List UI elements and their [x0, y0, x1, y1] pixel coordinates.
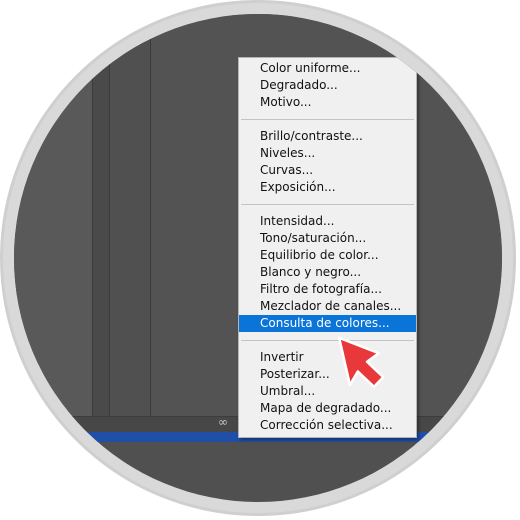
menu-item-motivo[interactable]: Motivo... [239, 94, 416, 111]
menu-item-curvas[interactable]: Curvas... [239, 162, 416, 179]
menu-item-mezclador-canales[interactable]: Mezclador de canales... [239, 298, 416, 315]
menu-separator [241, 204, 414, 205]
menu-item-blanco-negro[interactable]: Blanco y negro... [239, 264, 416, 281]
panel-divider [92, 14, 110, 430]
link-icon[interactable]: ∞ [210, 412, 236, 432]
pointer-arrow-icon [337, 336, 385, 389]
menu-item-tono-saturacion[interactable]: Tono/saturación... [239, 230, 416, 247]
menu-item-filtro-fotografia[interactable]: Filtro de fotografía... [239, 281, 416, 298]
menu-item-niveles[interactable]: Niveles... [239, 145, 416, 162]
menu-item-intensidad[interactable]: Intensidad... [239, 213, 416, 230]
menu-item-equilibrio-color[interactable]: Equilibrio de color... [239, 247, 416, 264]
menu-item-brillo-contraste[interactable]: Brillo/contraste... [239, 128, 416, 145]
panel-column [110, 14, 151, 430]
left-panel [14, 14, 92, 430]
menu-item-color-uniforme[interactable]: Color uniforme... [239, 60, 416, 77]
menu-item-degradado[interactable]: Degradado... [239, 77, 416, 94]
menu-item-exposicion[interactable]: Exposición... [239, 179, 416, 196]
menu-item-correccion-selectiva[interactable]: Corrección selectiva... [239, 417, 416, 434]
menu-separator [241, 119, 414, 120]
menu-item-mapa-degradado[interactable]: Mapa de degradado... [239, 400, 416, 417]
arrow-shape [337, 336, 385, 389]
photoshop-window: ∞ fx ◐ Color uniforme... Degradado... Mo… [14, 14, 502, 502]
